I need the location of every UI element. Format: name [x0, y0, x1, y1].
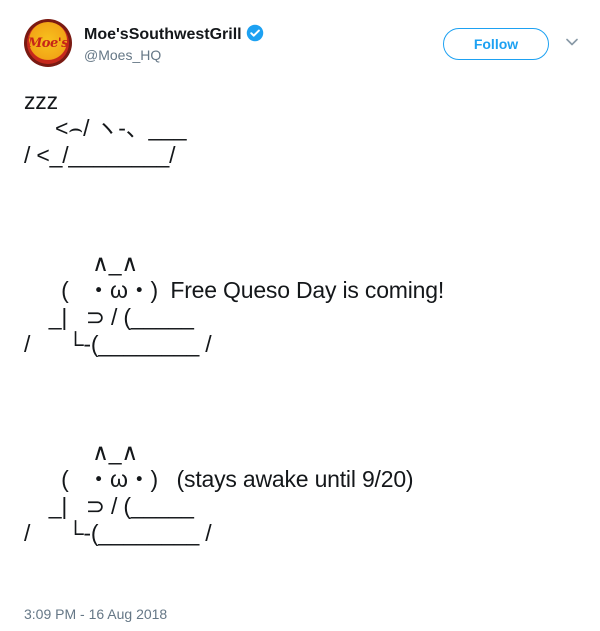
display-name[interactable]: Moe'sSouthwestGrill — [84, 24, 264, 44]
tweet-timestamp[interactable]: 3:09 PM - 16 Aug 2018 — [24, 606, 167, 622]
follow-button[interactable]: Follow — [443, 28, 549, 60]
logo-badge: Moe's — [27, 22, 69, 64]
tweet-text: zzz <⌢/ ヽ-、___ / <_/________/ ∧_∧ ( ・ω・)… — [24, 88, 445, 546]
display-name-text: Moe'sSouthwestGrill — [84, 26, 242, 43]
verified-badge-icon — [246, 24, 263, 42]
account-handle[interactable]: @Moes_HQ — [84, 47, 161, 63]
chevron-down-icon[interactable] — [566, 38, 578, 46]
logo-wordmark: Moe's — [27, 36, 69, 51]
avatar[interactable]: Moe's — [24, 19, 72, 67]
